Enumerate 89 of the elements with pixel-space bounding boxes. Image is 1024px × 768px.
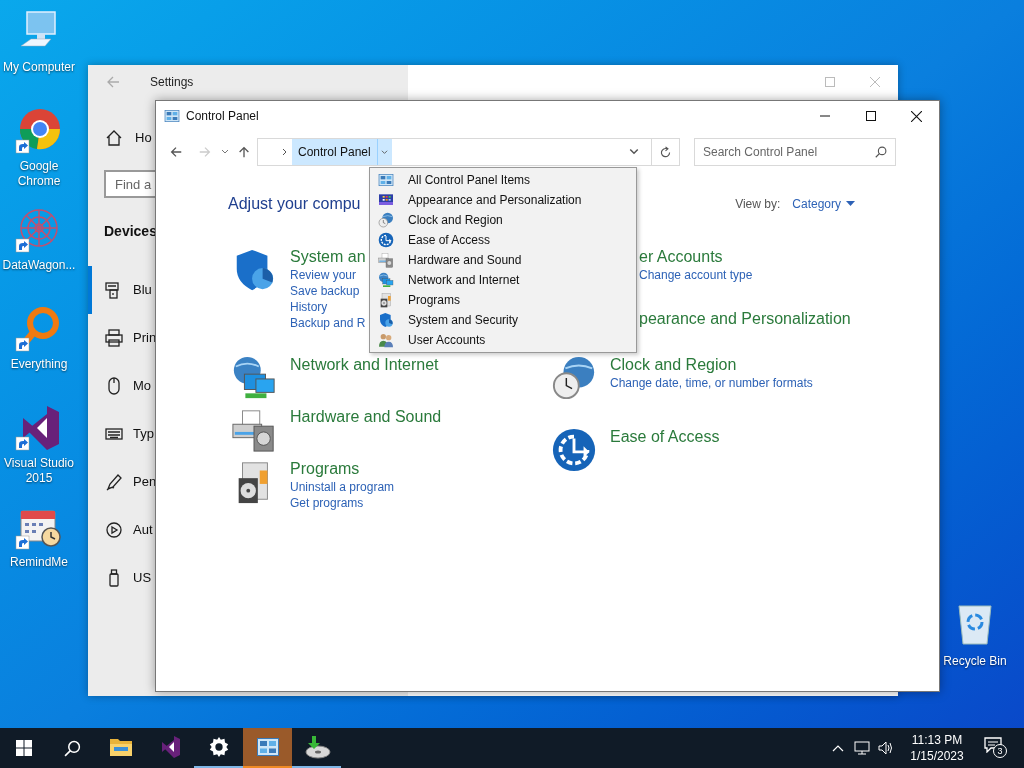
chevron-down-icon[interactable] — [629, 147, 639, 157]
breadcrumb-button[interactable]: Control Panel — [292, 139, 378, 165]
icon-label[interactable]: Everything — [10, 357, 68, 372]
menu-item[interactable]: System and Security — [370, 310, 636, 330]
pen-icon — [105, 473, 123, 491]
nav-item[interactable]: Blu — [88, 266, 152, 314]
notification-icon[interactable] — [984, 737, 1002, 753]
window-title: Settings — [150, 73, 194, 91]
dial-arrow-icon — [378, 232, 394, 248]
category-link[interactable]: pearance and Personalization — [639, 309, 851, 329]
panel-icon — [255, 735, 280, 759]
maximize-icon[interactable] — [866, 111, 876, 121]
icon-label[interactable]: RemindMe — [10, 555, 68, 570]
volume-icon[interactable] — [878, 740, 894, 756]
address-bar[interactable]: Control Panel — [257, 138, 680, 166]
shield-icon — [378, 312, 394, 328]
refresh-icon — [659, 145, 672, 159]
back-arrow-icon[interactable] — [169, 145, 183, 159]
task-link[interactable]: Change account type — [639, 267, 753, 283]
keyboard-icon — [105, 425, 123, 443]
panel-icon — [378, 172, 394, 188]
category-link[interactable]: Ease of Access — [610, 427, 720, 447]
recycle-bin-icon[interactable] — [955, 602, 995, 646]
category-link[interactable]: System an — [290, 247, 366, 267]
view-by-dropdown[interactable]: Category — [792, 195, 855, 213]
globe-monitor-icon — [378, 272, 394, 288]
menu-item[interactable]: All Control Panel Items — [370, 170, 636, 190]
globe-monitor-icon — [231, 355, 277, 401]
nav-item[interactable]: US — [88, 554, 152, 602]
browser-icon[interactable] — [15, 107, 63, 155]
nav-item[interactable]: Pen — [88, 458, 157, 506]
nav-item[interactable]: Aut — [88, 506, 153, 554]
menu-item[interactable]: Clock and Region — [370, 210, 636, 230]
home-icon — [105, 129, 123, 147]
nav-item[interactable]: Ho — [135, 128, 152, 148]
network-icon[interactable] — [854, 740, 870, 756]
autoplay-icon — [105, 521, 123, 539]
chevron-right-icon — [281, 148, 289, 156]
task-link[interactable]: Change date, time, or number formats — [610, 375, 813, 391]
icon-label[interactable]: Recycle Bin — [943, 652, 1007, 670]
menu-item[interactable]: Programs — [370, 290, 636, 310]
globe-clock-icon — [551, 355, 597, 401]
page-heading: Adjust your compu — [228, 194, 361, 214]
printer-speaker-icon — [378, 252, 394, 268]
nav-item[interactable]: Mo — [88, 362, 152, 410]
menu-item[interactable]: User Accounts — [370, 330, 636, 350]
section-heading: Devices — [104, 221, 157, 241]
task-link[interactable]: History — [290, 299, 366, 315]
category-link[interactable]: Network and Internet — [290, 355, 439, 375]
settings-icon — [207, 736, 230, 758]
task-link[interactable]: Save backup — [290, 283, 366, 299]
mouse-icon — [105, 377, 123, 395]
category-link[interactable]: Clock and Region — [610, 355, 813, 375]
view-by-label: View by: — [735, 196, 781, 213]
printer-speaker-icon — [231, 407, 277, 453]
menu-item[interactable]: Hardware and Sound — [370, 250, 636, 270]
category-link[interactable]: Hardware and Sound — [290, 407, 442, 427]
software-box-icon — [378, 292, 394, 308]
search-field[interactable]: Find a — [104, 170, 155, 198]
up-arrow-icon[interactable] — [237, 145, 251, 159]
notification-count: 3 — [993, 744, 1007, 758]
users-icon — [378, 332, 394, 348]
category-link[interactable]: Programs — [290, 459, 395, 479]
caret-icon — [846, 201, 855, 207]
icon-label[interactable]: Visual Studio 2015 — [0, 456, 78, 486]
close-icon[interactable] — [911, 110, 922, 122]
task-link[interactable]: Backup and R — [290, 315, 366, 331]
menu-item[interactable]: Network and Internet — [370, 270, 636, 290]
printer-icon — [105, 329, 123, 347]
nav-item[interactable]: Typ — [88, 410, 154, 458]
globe-clock-icon — [378, 212, 394, 228]
window-title: Control Panel — [186, 108, 259, 125]
clock[interactable]: 11:13 PM 1/15/2023 — [904, 732, 970, 764]
disc-arrow-icon — [302, 735, 331, 759]
chevron-up-icon[interactable] — [832, 744, 844, 752]
chevron-down-icon[interactable] — [221, 148, 229, 156]
screen-colors-icon — [378, 192, 394, 208]
caret-icon — [381, 148, 389, 156]
search-icon — [63, 739, 81, 757]
task-link[interactable]: Uninstall a program — [290, 479, 395, 495]
nav-item[interactable]: Prin — [88, 314, 157, 362]
menu-item[interactable]: Ease of Access — [370, 230, 636, 250]
task-link[interactable]: Get programs — [290, 495, 395, 511]
task-link[interactable]: Review your — [290, 267, 366, 283]
windows-logo-icon — [16, 740, 32, 756]
search-icon — [875, 146, 887, 158]
category-link[interactable]: er Accounts — [639, 247, 753, 267]
menu-item[interactable]: Appearance and Personalization — [370, 190, 636, 210]
panel-icon — [164, 108, 180, 124]
